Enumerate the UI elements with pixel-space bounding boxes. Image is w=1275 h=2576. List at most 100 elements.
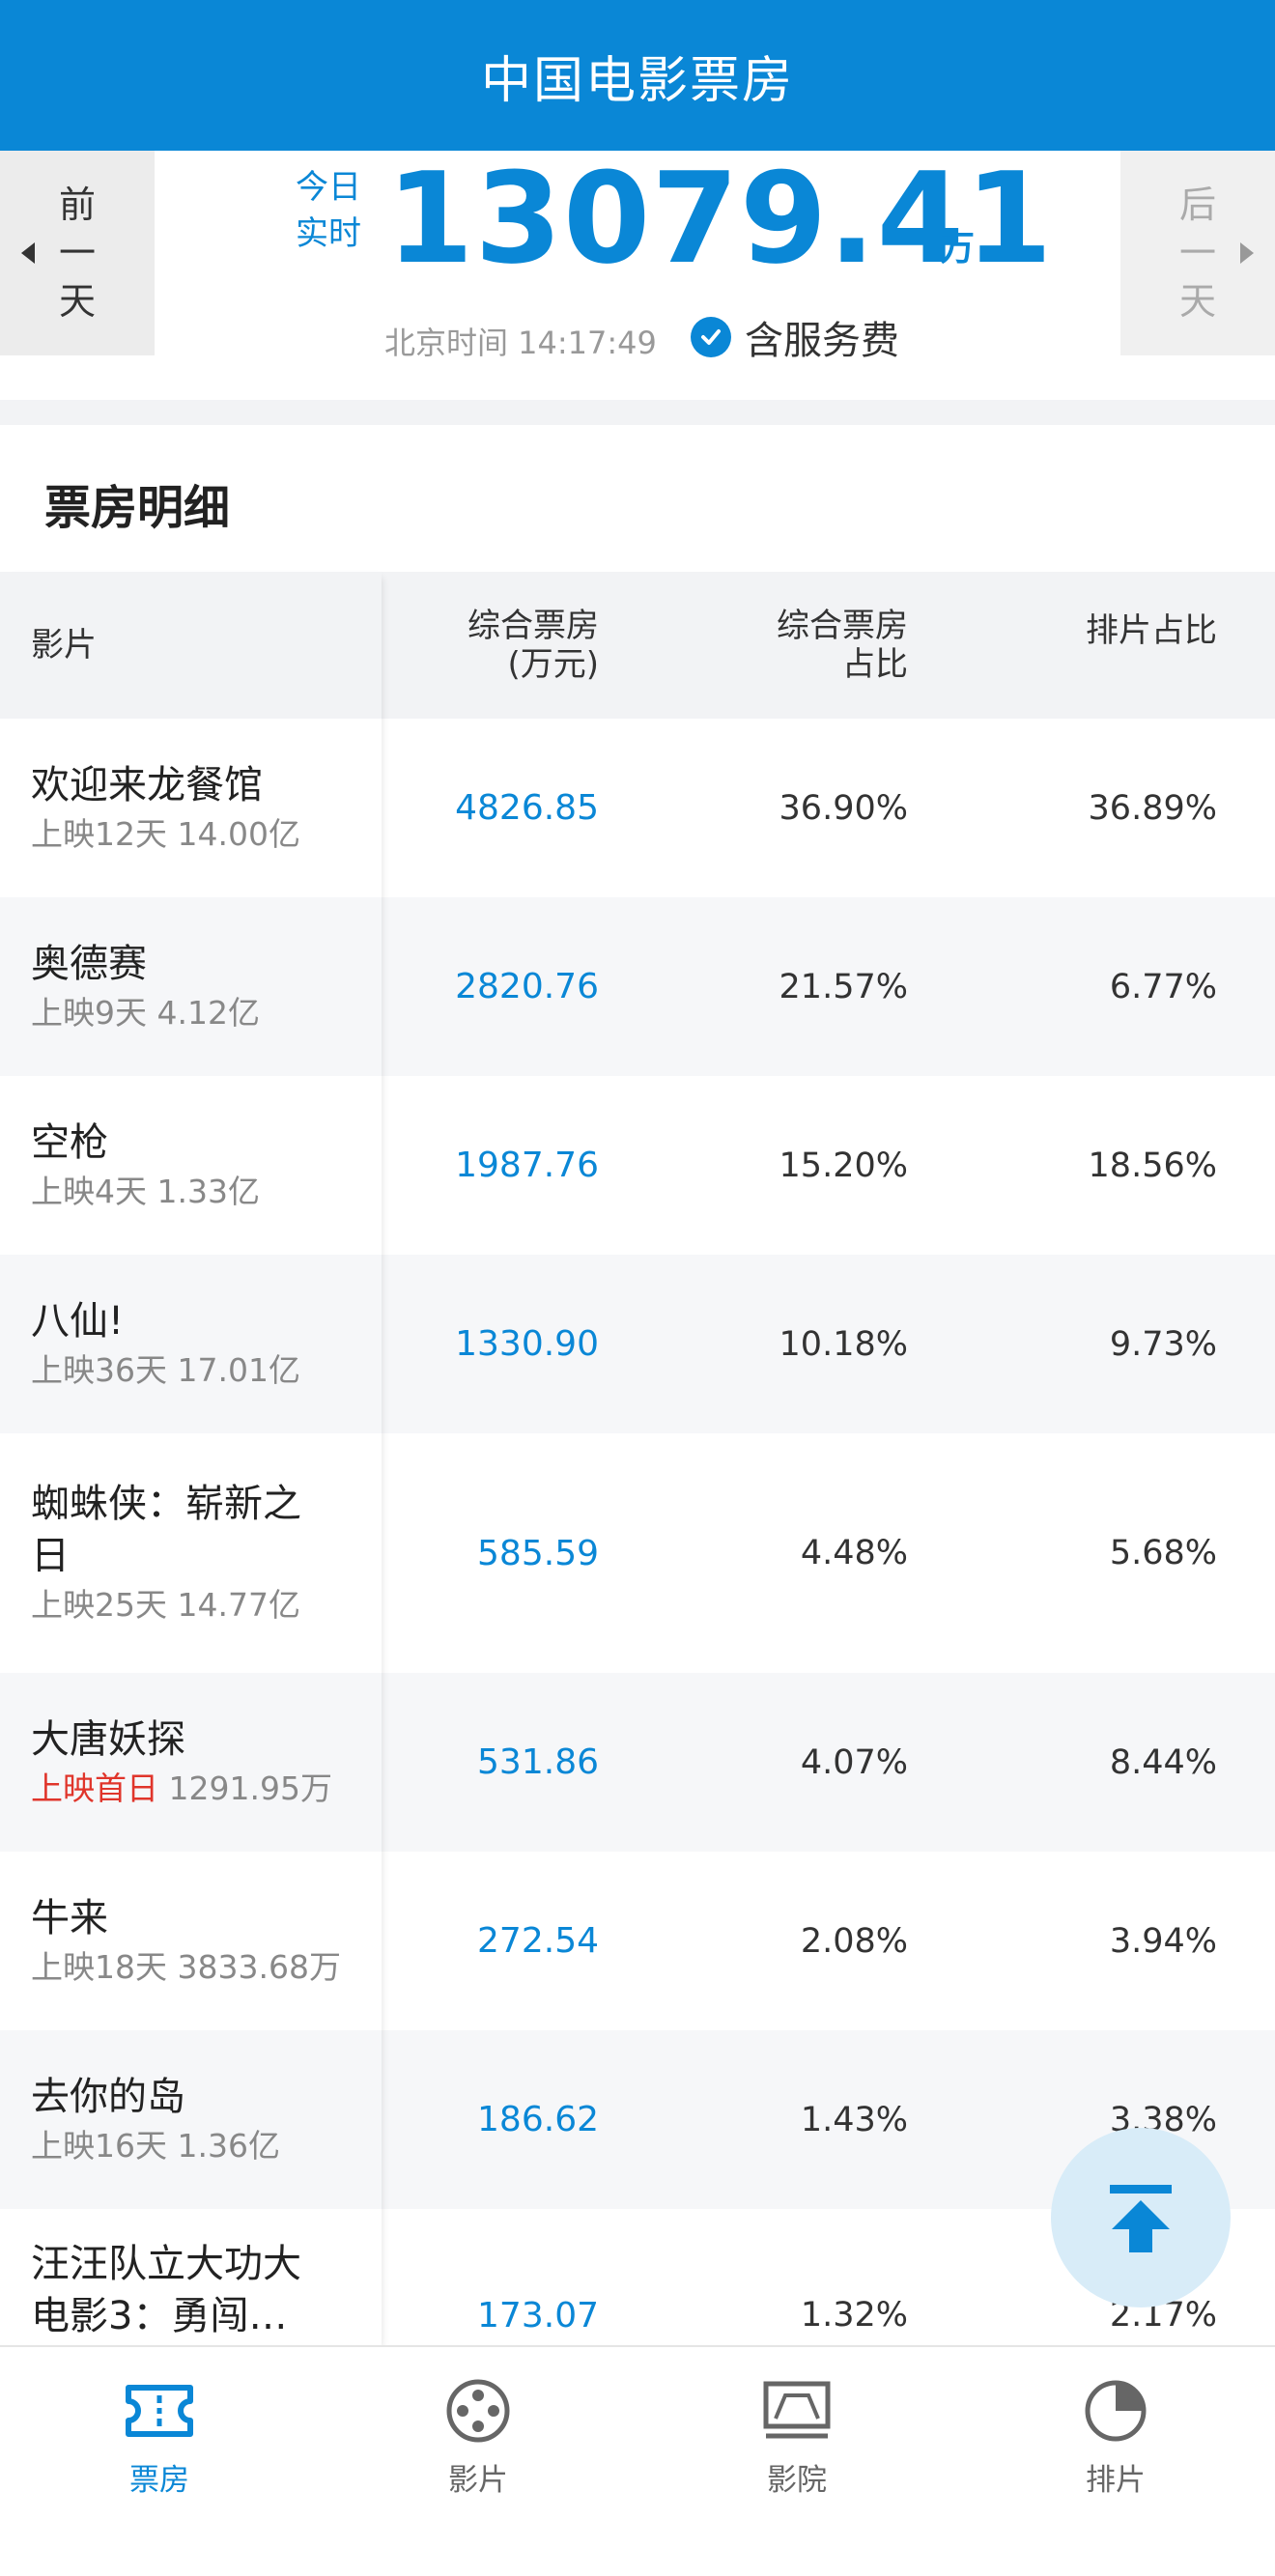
film-share: 4.07% (800, 1742, 908, 1782)
tab-label: 影院 (767, 2463, 827, 2498)
scroll-to-top-icon (1110, 2185, 1172, 2252)
film-meta: 上映9天 4.12亿 (31, 993, 260, 1032)
header-screening[interactable]: 排片占比 (908, 572, 1217, 719)
total-box-office-unit: 万 (940, 229, 976, 269)
film-gross: 173.07 (477, 2296, 599, 2335)
table-row[interactable]: 欢迎来龙餐馆 上映12天 14.00亿 4826.85 36.90% 36.89… (0, 719, 1275, 897)
film-gross: 1330.90 (455, 1324, 599, 1364)
film-name: 牛来 (31, 1895, 108, 1940)
film-share: 1.43% (800, 2100, 908, 2139)
film-meta: 上映12天 14.00亿 (31, 814, 300, 853)
film-meta: 上映16天 1.36亿 (31, 2126, 280, 2165)
film-meta: 上映首日 1291.95万 (31, 1766, 332, 1812)
tab-label: 票房 (129, 2463, 189, 2498)
film-name: 大唐妖探 (31, 1716, 185, 1762)
film-gross: 4826.85 (455, 788, 599, 828)
header-gross-label: 综合票房 (468, 607, 599, 645)
today-realtime-label: 今日 实时 (296, 164, 373, 257)
film-meta: 上映18天 3833.68万 (31, 1947, 341, 1986)
table-row[interactable]: 奥德赛 上映9天 4.12亿 2820.76 21.57% 6.77% (0, 897, 1275, 1076)
header-screening-label: 排片占比 (1086, 611, 1217, 650)
header-share-label-2: 占比 (842, 645, 908, 684)
film-gross: 2820.76 (455, 967, 599, 1006)
film-meta: 上映4天 1.33亿 (31, 1172, 260, 1210)
next-day-button[interactable]: 后 一 天 (1120, 151, 1275, 355)
beijing-time: 北京时间 14:17:49 (384, 325, 657, 361)
tab-films[interactable]: 影片 (319, 2347, 638, 2576)
film-name: 欢迎来龙餐馆 (31, 762, 263, 807)
header-gross[interactable]: 综合票房 (万元) (382, 572, 599, 719)
page-title: 中国电影票房 (480, 51, 794, 110)
film-gross: 585.59 (477, 1533, 599, 1573)
cinema-screen-icon (760, 2374, 834, 2448)
box-office-table[interactable]: 影片 综合票房 (万元) 综合票房 占比 排片占比 欢迎来龙餐馆 上映12天 1… (0, 572, 1275, 2354)
tab-screenings[interactable]: 排片 (956, 2347, 1275, 2576)
film-share: 1.32% (800, 2296, 908, 2335)
section-title: 票房明细 (44, 481, 231, 535)
film-name: 蜘蛛侠：崭新之 (31, 1482, 301, 1526)
table-header: 影片 综合票房 (万元) 综合票房 占比 排片占比 (0, 572, 1275, 719)
previous-day-label-2: 一 (58, 232, 96, 274)
caret-left-icon (21, 242, 35, 264)
service-fee-label: 含服务费 (745, 319, 899, 363)
film-screening: 3.94% (1109, 1921, 1217, 1961)
film-share: 4.48% (800, 1534, 908, 1572)
tab-label: 排片 (1086, 2463, 1146, 2498)
film-share: 36.90% (779, 788, 908, 828)
checkmark-icon (691, 317, 731, 357)
next-day-label-3: 天 (1178, 280, 1216, 323)
first-day-badge: 上映首日 (31, 1769, 158, 1807)
film-name: 八仙! (31, 1298, 125, 1344)
film-gross: 1987.76 (455, 1146, 599, 1185)
film-share: 15.20% (779, 1146, 908, 1185)
film-name: 空枪 (31, 1119, 108, 1165)
film-gross: 272.54 (477, 1921, 599, 1961)
header-film: 影片 (31, 626, 97, 665)
realtime-label: 实时 (296, 214, 361, 253)
film-screening: 9.73% (1109, 1324, 1217, 1364)
film-gross: 531.86 (477, 1742, 599, 1782)
film-screening: 5.68% (1109, 1534, 1217, 1572)
film-share: 2.08% (800, 1921, 908, 1961)
film-meta-gross: 1291.95万 (168, 1769, 332, 1807)
film-screening: 6.77% (1109, 967, 1217, 1006)
film-gross: 186.62 (477, 2100, 599, 2139)
film-name: 去你的岛 (31, 2074, 185, 2119)
film-screening: 18.56% (1088, 1146, 1217, 1185)
ticket-icon (123, 2374, 196, 2448)
film-screening: 36.89% (1088, 788, 1217, 828)
bottom-tab-bar: 票房 影片 影院 排片 (0, 2345, 1275, 2576)
table-row[interactable]: 蜘蛛侠：崭新之 日 上映25天 14.77亿 585.59 4.48% 5.68… (0, 1433, 1275, 1673)
header-share[interactable]: 综合票房 占比 (599, 572, 908, 719)
film-meta: 上映25天 14.77亿 (31, 1586, 300, 1624)
film-name-continued: 日 (31, 1534, 70, 1578)
today-label: 今日 (296, 168, 361, 207)
previous-day-label-1: 前 (58, 184, 96, 226)
film-name: 汪汪队立大功大 (31, 2242, 301, 2286)
previous-day-button[interactable]: 前 一 天 (0, 151, 155, 355)
section-divider (0, 400, 1275, 425)
table-row[interactable]: 牛来 上映18天 3833.68万 272.54 2.08% 3.94% (0, 1852, 1275, 2030)
service-fee-toggle[interactable]: 含服务费 (691, 309, 899, 365)
next-day-label-1: 后 (1178, 184, 1216, 226)
header-gross-unit: (万元) (507, 645, 599, 684)
film-screening: 8.44% (1109, 1742, 1217, 1782)
film-share: 10.18% (779, 1324, 908, 1364)
film-meta: 上映36天 17.01亿 (31, 1350, 300, 1389)
film-name-continued: 电影3：勇闯… (31, 2294, 288, 2338)
table-row[interactable]: 大唐妖探 上映首日 1291.95万 531.86 4.07% 8.44% (0, 1673, 1275, 1852)
previous-day-label-3: 天 (58, 280, 96, 323)
app-header: 中国电影票房 (0, 0, 1275, 151)
tab-label: 影片 (448, 2463, 508, 2498)
tab-box-office[interactable]: 票房 (0, 2347, 319, 2576)
scroll-to-top-button[interactable] (1051, 2128, 1231, 2307)
next-day-label-2: 一 (1178, 232, 1216, 274)
table-row[interactable]: 八仙! 上映36天 17.01亿 1330.90 10.18% 9.73% (0, 1255, 1275, 1433)
table-row[interactable]: 空枪 上映4天 1.33亿 1987.76 15.20% 18.56% (0, 1076, 1275, 1255)
film-share: 21.57% (779, 967, 908, 1006)
film-reel-icon (441, 2374, 515, 2448)
pie-chart-icon (1079, 2374, 1152, 2448)
header-share-label-1: 综合票房 (777, 607, 908, 645)
tab-cinemas[interactable]: 影院 (638, 2347, 956, 2576)
film-name: 奥德赛 (31, 941, 147, 986)
